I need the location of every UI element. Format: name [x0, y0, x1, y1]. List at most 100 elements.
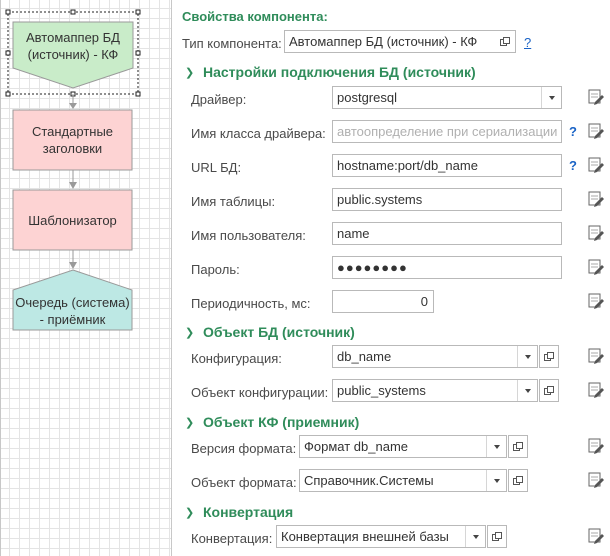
chevron-down-icon	[493, 444, 500, 449]
driver-value: postgresql	[337, 90, 397, 105]
format-version-dropdown-button[interactable]	[486, 436, 506, 457]
component-type-label: Тип компонента:	[182, 36, 282, 51]
config-object-open-button[interactable]	[539, 379, 559, 402]
password-label: Пароль:	[191, 262, 240, 277]
format-version-open-button[interactable]	[508, 435, 528, 458]
driver-class-help[interactable]: ?	[569, 124, 577, 139]
arrow-1	[69, 103, 77, 109]
table-name-input[interactable]: public.systems	[332, 188, 562, 211]
format-object-open-button[interactable]	[508, 469, 528, 492]
section-conversion-collapse-icon[interactable]: ❯	[185, 506, 194, 519]
format-object-label: Объект формата:	[191, 475, 297, 490]
conversion-select[interactable]: Конвертация внешней базы	[276, 525, 486, 548]
conversion-label: Конвертация:	[191, 531, 273, 546]
conversion-dropdown-button[interactable]	[465, 526, 485, 547]
arrow-2	[69, 182, 77, 189]
format-object-dropdown-button[interactable]	[486, 470, 506, 491]
period-value: 0	[420, 294, 428, 309]
url-edit-icon[interactable]	[587, 156, 605, 174]
component-type-field: Автомаппер БД (источник) - КФ	[284, 30, 516, 53]
config-object-edit-icon[interactable]	[587, 381, 605, 399]
config-edit-icon[interactable]	[587, 347, 605, 365]
user-name-edit-icon[interactable]	[587, 224, 605, 242]
section-db-object-collapse-icon[interactable]: ❯	[185, 326, 194, 339]
driver-label: Драйвер:	[191, 92, 247, 107]
password-edit-icon[interactable]	[587, 258, 605, 276]
driver-class-label: Имя класса драйвера:	[191, 126, 326, 141]
period-label: Периодичность, мс:	[191, 296, 311, 311]
table-name-label: Имя таблицы:	[191, 194, 276, 209]
open-window-icon	[513, 441, 523, 451]
config-object-label: Объект конфигурации:	[191, 385, 329, 400]
conversion-edit-icon[interactable]	[587, 527, 605, 545]
open-window-icon	[492, 531, 502, 541]
table-name-edit-icon[interactable]	[587, 190, 605, 208]
config-object-value: public_systems	[337, 383, 426, 398]
format-version-value: Формат db_name	[304, 439, 408, 454]
open-window-icon	[544, 351, 554, 361]
password-input[interactable]: ●●●●●●●●	[332, 256, 562, 279]
node-queue-line2: - приёмник	[39, 312, 106, 327]
config-dropdown-button[interactable]	[517, 346, 537, 367]
node-templater-label: Шаблонизатор	[28, 212, 117, 228]
component-type-open-button[interactable]	[495, 31, 515, 52]
node-automapper-line1: Автомаппер БД	[26, 30, 120, 45]
format-object-value: Справочник.Системы	[304, 473, 434, 488]
format-version-label: Версия формата:	[191, 441, 297, 456]
driver-class-edit-icon[interactable]	[587, 122, 605, 140]
config-open-button[interactable]	[539, 345, 559, 368]
open-window-icon	[500, 36, 510, 46]
table-name-value: public.systems	[337, 192, 423, 207]
url-input[interactable]: hostname:port/db_name	[332, 154, 562, 177]
driver-select[interactable]: postgresql	[332, 86, 562, 109]
open-window-icon	[513, 475, 523, 485]
period-edit-icon[interactable]	[587, 292, 605, 310]
chevron-down-icon	[524, 354, 531, 359]
chevron-down-icon	[472, 534, 479, 539]
url-help[interactable]: ?	[569, 158, 577, 173]
node-automapper-line2: (источник) - КФ	[27, 47, 119, 62]
node-templater[interactable]: Шаблонизатор	[13, 190, 132, 250]
component-type-help[interactable]: ?	[524, 35, 531, 50]
node-queue-line1: Очередь (система)	[15, 295, 130, 310]
arrow-3	[69, 262, 77, 269]
section-kf-object-title[interactable]: Объект КФ (приемник)	[203, 414, 359, 430]
user-name-value: name	[337, 226, 370, 241]
section-db-connection-collapse-icon[interactable]: ❯	[185, 66, 194, 79]
period-input[interactable]: 0	[332, 290, 434, 313]
component-type-value: Автомаппер БД (источник) - КФ	[289, 34, 478, 49]
password-value: ●●●●●●●●	[337, 260, 408, 275]
config-select[interactable]: db_name	[332, 345, 538, 368]
chevron-down-icon	[524, 388, 531, 393]
config-value: db_name	[337, 349, 392, 364]
driver-dropdown-button[interactable]	[541, 87, 561, 108]
user-name-label: Имя пользователя:	[191, 228, 306, 243]
config-label: Конфигурация:	[191, 351, 282, 366]
format-version-select[interactable]: Формат db_name	[299, 435, 507, 458]
conversion-open-button[interactable]	[487, 525, 507, 548]
chevron-down-icon	[493, 478, 500, 483]
section-kf-object-collapse-icon[interactable]: ❯	[185, 416, 194, 429]
config-object-dropdown-button[interactable]	[517, 380, 537, 401]
url-label: URL БД:	[191, 160, 242, 175]
node-standard-headers[interactable]: Стандартные заголовки	[13, 110, 132, 170]
driver-edit-icon[interactable]	[587, 88, 605, 106]
format-object-select[interactable]: Справочник.Системы	[299, 469, 507, 492]
config-object-select[interactable]: public_systems	[332, 379, 538, 402]
format-object-edit-icon[interactable]	[587, 471, 605, 489]
node-automapper[interactable]: Автомаппер БД (источник) - КФ	[13, 26, 133, 66]
user-name-input[interactable]: name	[332, 222, 562, 245]
node-standard-headers-line1: Стандартные	[31, 124, 114, 139]
driver-class-placeholder: автоопределение при сериализации	[337, 124, 558, 139]
diagram-shapes	[5, 9, 141, 331]
section-db-object-title[interactable]: Объект БД (источник)	[203, 324, 355, 340]
conversion-value: Конвертация внешней базы	[281, 529, 449, 544]
driver-class-input[interactable]: автоопределение при сериализации	[332, 120, 562, 143]
diagram-canvas[interactable]: Автомаппер БД (источник) - КФ Стандартные…	[0, 0, 172, 556]
properties-panel: Свойства компонента: Тип компонента: Авт…	[172, 0, 610, 556]
node-queue[interactable]: Очередь (система) - приёмник	[13, 292, 132, 330]
section-db-connection-title[interactable]: Настройки подключения БД (источник)	[203, 64, 476, 80]
section-conversion-title[interactable]: Конвертация	[203, 504, 293, 520]
format-version-edit-icon[interactable]	[587, 437, 605, 455]
properties-header: Свойства компонента:	[182, 9, 328, 24]
